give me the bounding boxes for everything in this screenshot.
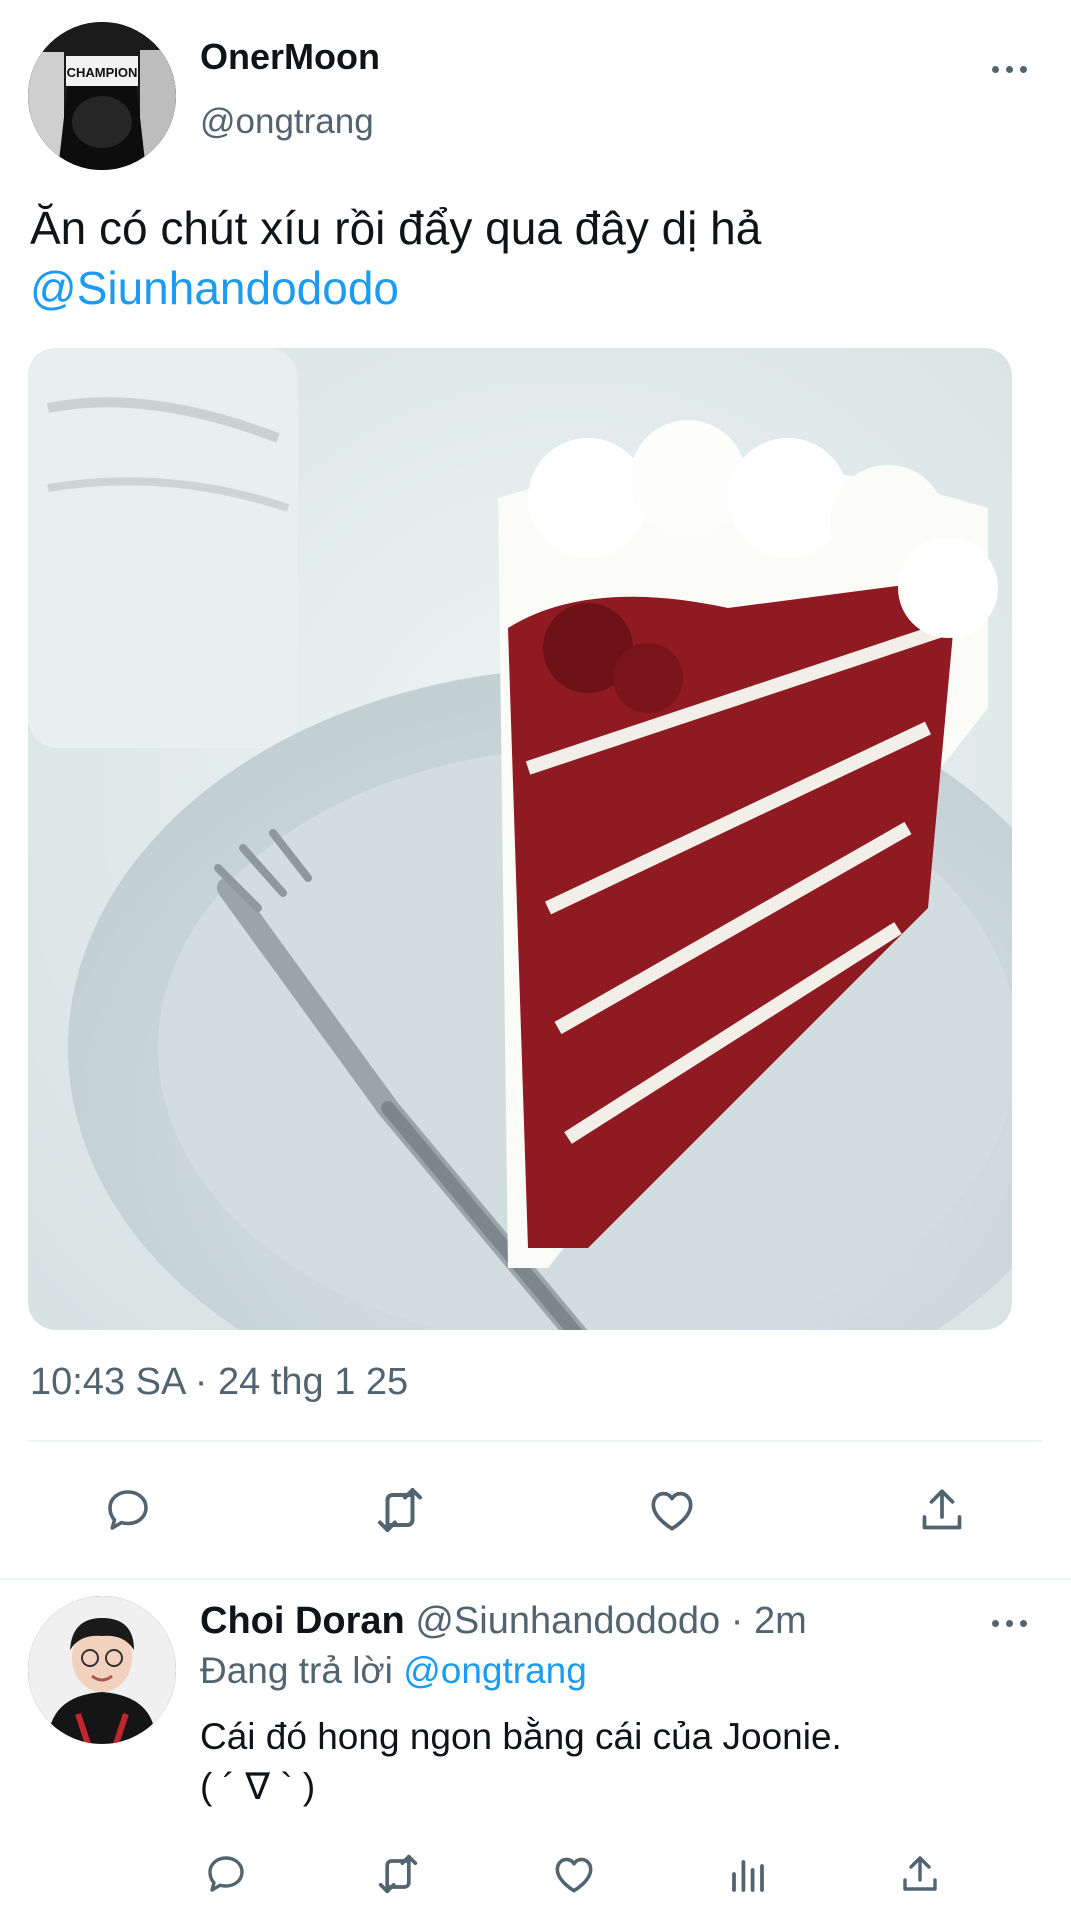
reply-time[interactable]: 2m: [754, 1600, 807, 1642]
reply-text: Cái đó hong ngon bằng cái của Joonie. ( …: [200, 1712, 1030, 1812]
reply-icon: [208, 1856, 244, 1892]
more-options-icon[interactable]: [992, 66, 1027, 73]
reply-avatar[interactable]: [28, 1596, 176, 1744]
reply-text-emoticon: ( ´ ∇ ` ): [200, 1766, 316, 1807]
cake-photo: [28, 348, 1012, 1330]
avatar-image: CHAMPION: [28, 22, 176, 170]
retweet-icon: [378, 1854, 418, 1894]
avatar[interactable]: CHAMPION: [28, 22, 176, 170]
share-icon: [922, 1489, 962, 1530]
divider: [28, 1440, 1042, 1442]
reply-header: Choi Doran @Siunhandododo · 2m: [200, 1598, 807, 1644]
share-icon: [903, 1856, 937, 1891]
reply-views-button[interactable]: [720, 1846, 776, 1902]
reply-display-name[interactable]: Choi Doran: [200, 1600, 405, 1642]
replying-to-label: Đang trả lời: [200, 1650, 393, 1691]
reply-reply-button[interactable]: [198, 1846, 254, 1902]
reply-avatar-image: [28, 1596, 176, 1744]
reply-icon: [108, 1490, 148, 1530]
like-icon: [651, 1491, 693, 1531]
reply-share-button[interactable]: [892, 1846, 948, 1902]
retweet-button[interactable]: [370, 1480, 430, 1540]
reply-separator: ·: [730, 1600, 744, 1642]
avatar-caption: CHAMPION: [67, 65, 138, 80]
reply-like-button[interactable]: [546, 1846, 602, 1902]
reply-handle[interactable]: @Siunhandododo: [415, 1600, 720, 1642]
reply-retweet-button[interactable]: [370, 1846, 426, 1902]
section-divider: [0, 1578, 1071, 1580]
tweet-text-line: Ăn có chút xíu rồi đẩy qua đây dị hả: [30, 202, 762, 254]
like-button[interactable]: [642, 1480, 702, 1540]
replying-to-link[interactable]: @ongtrang: [403, 1650, 587, 1691]
tweet-text: Ăn có chút xíu rồi đẩy qua đây dị hả @Si…: [30, 198, 1040, 318]
tweet-media[interactable]: [28, 348, 1012, 1330]
display-name[interactable]: OnerMoon: [200, 36, 380, 78]
views-icon: [732, 1860, 764, 1892]
retweet-icon: [378, 1488, 422, 1532]
tweet-timestamp[interactable]: 10:43 SA · 24 thg 1 25: [30, 1360, 408, 1404]
share-button[interactable]: [912, 1480, 972, 1540]
mention-link[interactable]: @Siunhandododo: [30, 258, 1040, 318]
like-icon: [555, 1857, 593, 1893]
reply-text-line: Cái đó hong ngon bằng cái của Joonie.: [200, 1716, 842, 1757]
handle[interactable]: @ongtrang: [200, 101, 374, 143]
reply-more-options-icon[interactable]: [992, 1620, 1027, 1627]
reply-button[interactable]: [98, 1480, 158, 1540]
replying-to: Đang trả lời @ongtrang: [200, 1648, 587, 1694]
